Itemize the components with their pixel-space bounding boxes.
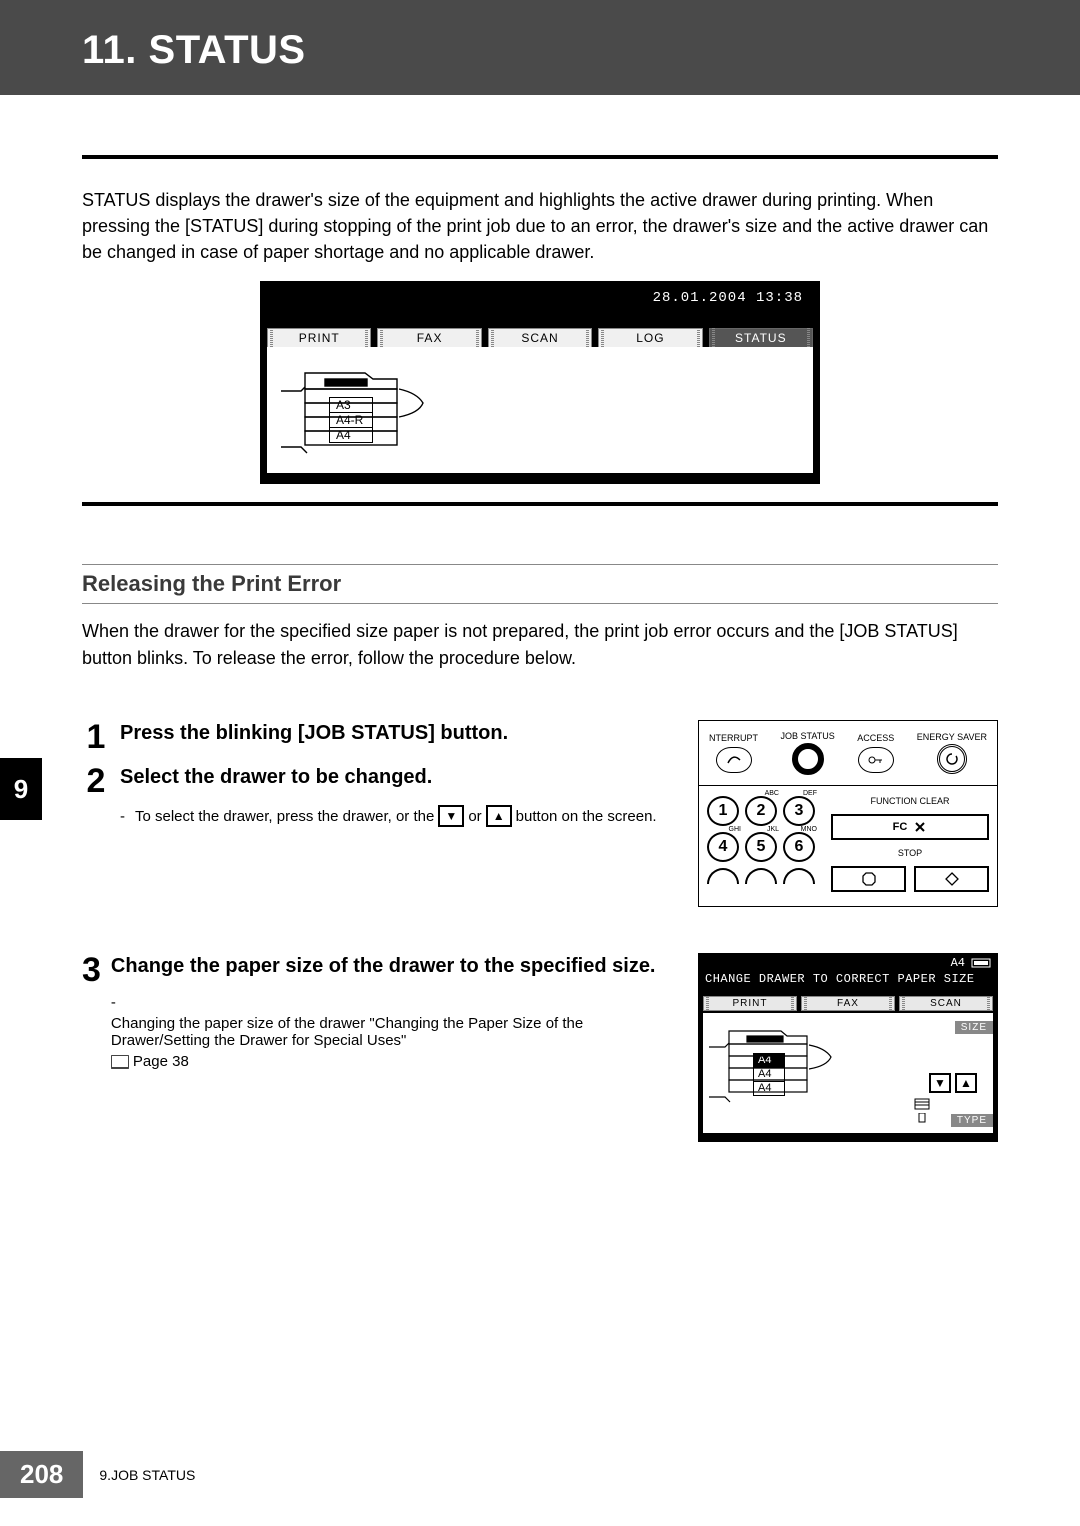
interrupt-button[interactable] [716,747,752,773]
fig2-tab-print[interactable]: PRINT [703,996,797,1011]
function-clear-button[interactable]: FC [831,814,989,840]
step-1-title: Press the blinking [JOB STATUS] button. [120,720,508,747]
step-2-number: 2 [82,764,110,798]
divider-top [82,155,998,159]
key-6[interactable]: 6MNO [783,832,815,862]
status-datetime: 28.01.2004 13:38 [261,282,819,328]
status-body: A3 A4-R A4 [267,347,813,473]
step-1: 1 Press the blinking [JOB STATUS] button… [82,720,680,754]
page-footer: 208 9.JOB STATUS [0,1451,195,1498]
tab-fax[interactable]: FAX [377,328,481,347]
step-1-number: 1 [82,720,110,754]
arrow-up-icon[interactable]: ▲ [486,805,512,827]
step-2-sub-suffix: button on the screen. [516,808,657,825]
figure-status-screen: 28.01.2004 13:38 PRINT FAX SCAN LOG STAT… [260,281,820,484]
footer-chapter-label: 9.JOB STATUS [99,1467,195,1483]
step-3-page-ref: Page 38 [133,1053,189,1070]
status-tab-row: PRINT FAX SCAN LOG STATUS [261,328,819,347]
stop-button[interactable] [831,866,906,892]
tab-log[interactable]: LOG [598,328,702,347]
step-2: 2 Select the drawer to be changed. - To … [82,764,680,827]
fig2-arrow-down[interactable]: ▼ [929,1073,951,1093]
key-3[interactable]: 3DEF [783,796,815,826]
step-2-sub-prefix: To select the drawer, press the drawer, … [135,808,434,825]
fig2-type-button[interactable]: TYPE [951,1114,993,1127]
figure-change-drawer-screen: A4 CHANGE DRAWER TO CORRECT PAPER SIZE P… [698,953,998,1142]
divider-after-figure [82,502,998,506]
section-title: Releasing the Print Error [82,564,998,604]
clear-icon [913,820,927,834]
panel-interrupt: NTERRUPT [709,733,758,773]
access-button[interactable] [858,747,894,773]
fig2-tab-scan[interactable]: SCAN [899,996,993,1011]
start-diamond-icon [944,871,960,887]
step-2-title: Select the drawer to be changed. [120,764,657,791]
energy-saver-button[interactable] [937,744,967,774]
key-7[interactable]: PQRS [707,868,739,884]
panel-job-status: JOB STATUS [781,731,835,775]
stop-label: STOP [831,848,989,858]
tab-status[interactable]: STATUS [709,328,813,347]
step-3: 3 Change the paper size of the drawer to… [82,953,680,1070]
tab-print[interactable]: PRINT [267,328,371,347]
function-clear-label: FUNCTION CLEAR [831,796,989,806]
chapter-side-tab: 9 [0,758,42,820]
key-2[interactable]: 2ABC [745,796,777,826]
section-intro: When the drawer for the specified size p… [82,618,998,672]
figure-control-panel: NTERRUPT JOB STATUS ACCESS [698,720,998,907]
drawer-label-3: A4 [329,427,373,443]
fig2-message: CHANGE DRAWER TO CORRECT PAPER SIZE [699,972,997,990]
panel-energy-saver: ENERGY SAVER [917,733,987,774]
key-8[interactable]: TUV [745,868,777,884]
step-2-sub-mid: or [468,808,481,825]
keypad: 1 2ABC 3DEF 4GHI 5JKL 6MNO PQRS TUV WXYZ [707,796,815,898]
fig2-size-indicator: A4 [951,956,965,970]
panel-access: ACCESS [857,733,894,773]
job-status-button[interactable] [792,743,824,775]
stop-octagon-icon [861,871,877,887]
chapter-title: 11. STATUS [82,28,998,73]
key-4[interactable]: 4GHI [707,832,739,862]
tab-scan[interactable]: SCAN [488,328,592,347]
bullet-dash: - [120,808,125,825]
intro-paragraph: STATUS displays the drawer's size of the… [82,187,998,265]
start-button[interactable] [914,866,989,892]
drawer-label-1: A3 [329,397,373,413]
step-2-sub: - To select the drawer, press the drawer… [120,805,657,827]
key-9[interactable]: WXYZ [783,868,815,884]
bullet-dash-3: - [111,994,116,1011]
chapter-header: 11. STATUS [0,0,1080,95]
page-number: 208 [0,1451,83,1498]
paper-orientation-icon [971,958,991,968]
drawer-label-2: A4-R [329,412,373,428]
key-icon [868,754,884,766]
step-3-sub-text: Changing the paper size of the drawer "C… [111,1015,680,1049]
fig2-tab-fax[interactable]: FAX [801,996,895,1011]
fig2-arrow-up[interactable]: ▲ [955,1073,977,1093]
energy-icon [945,752,959,766]
arrow-down-icon[interactable]: ▼ [438,805,464,827]
fig2-paper-stack-icon [913,1097,931,1123]
step-3-number: 3 [82,953,101,987]
fig2-size-button[interactable]: SIZE [955,1021,993,1034]
interrupt-icon [725,754,743,766]
step-3-title: Change the paper size of the drawer to t… [111,953,680,980]
fig2-printer-icon [707,1017,867,1117]
key-1[interactable]: 1 [707,796,739,826]
steps-list: 1 Press the blinking [JOB STATUS] button… [82,720,998,1142]
step-3-sub: - Changing the paper size of the drawer … [111,994,680,1070]
key-5[interactable]: 5JKL [745,832,777,862]
book-icon [111,1055,129,1068]
